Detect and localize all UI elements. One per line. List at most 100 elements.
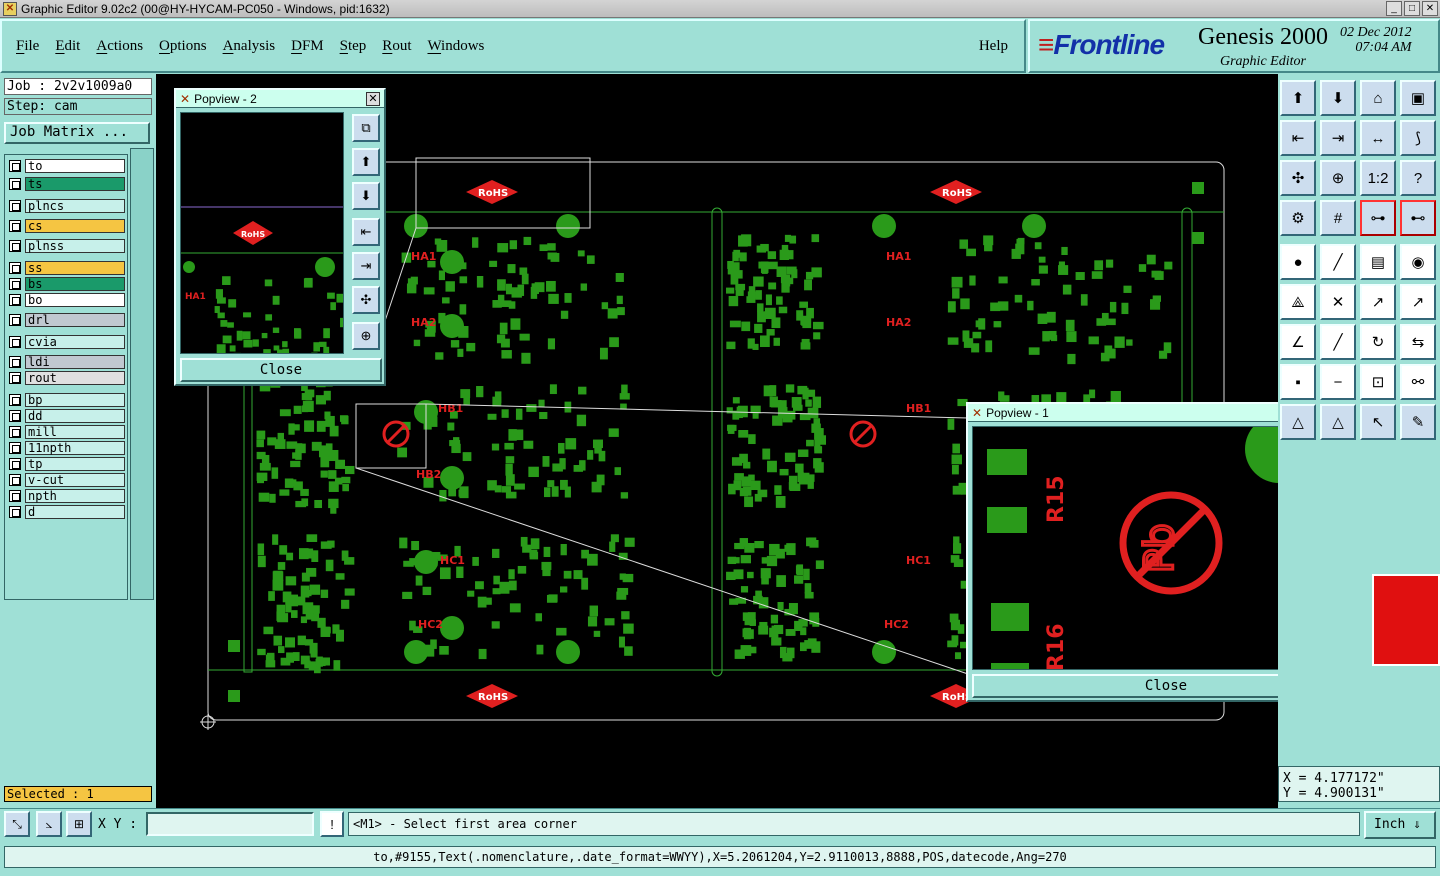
- layer-checkbox[interactable]: [9, 458, 21, 470]
- select-icon[interactable]: ↖: [1360, 404, 1396, 440]
- layer-row-drl[interactable]: drl: [9, 313, 125, 327]
- layer-checkbox[interactable]: [9, 314, 21, 326]
- menu-edit[interactable]: Edit: [55, 38, 80, 55]
- layer-name[interactable]: rout: [25, 371, 125, 385]
- triangle2-icon[interactable]: △: [1320, 404, 1356, 440]
- layer-name[interactable]: bp: [25, 393, 125, 407]
- layer-checkbox[interactable]: [9, 474, 21, 486]
- help-icon[interactable]: ?: [1400, 160, 1436, 196]
- layer-checkbox[interactable]: [9, 490, 21, 502]
- layer-name[interactable]: npth: [25, 489, 125, 503]
- flip-icon[interactable]: ↔: [1360, 120, 1396, 156]
- layer-checkbox[interactable]: [9, 372, 21, 384]
- line-icon[interactable]: ╱: [1320, 244, 1356, 280]
- layer-row-dd[interactable]: dd: [9, 409, 125, 423]
- grid-snap-icon[interactable]: ⊞: [66, 811, 92, 837]
- scale-icon[interactable]: 1:2: [1360, 160, 1396, 196]
- popview-up-icon[interactable]: ⬆: [352, 148, 380, 176]
- layer-name[interactable]: 11npth: [25, 441, 125, 455]
- menu-analysis[interactable]: Analysis: [223, 38, 276, 55]
- zoom-fit-icon[interactable]: ✣: [1280, 160, 1316, 196]
- menu-rout[interactable]: Rout: [382, 38, 411, 55]
- layer-name[interactable]: cvia: [25, 335, 125, 349]
- layer-row-bp[interactable]: bp: [9, 393, 125, 407]
- layer-row-tp[interactable]: tp: [9, 457, 125, 471]
- triangle-icon[interactable]: △: [1280, 404, 1316, 440]
- layer-name[interactable]: d: [25, 505, 125, 519]
- popview-left-icon[interactable]: ⇤: [352, 218, 380, 246]
- layer-name[interactable]: tp: [25, 457, 125, 471]
- maximize-button[interactable]: □: [1404, 1, 1420, 16]
- layer-name[interactable]: ldi: [25, 355, 125, 369]
- window-icon[interactable]: ▣: [1400, 80, 1436, 116]
- popview-down-icon[interactable]: ⬇: [352, 182, 380, 210]
- layer-checkbox[interactable]: [9, 294, 21, 306]
- layer-name[interactable]: ss: [25, 261, 125, 275]
- popview-2-close-button[interactable]: Close: [180, 358, 382, 382]
- layer-checkbox[interactable]: [9, 262, 21, 274]
- arrow-icon[interactable]: ↗: [1400, 284, 1436, 320]
- popview-center-icon[interactable]: ⊕: [352, 322, 380, 350]
- layer-checkbox[interactable]: [9, 240, 21, 252]
- tool-left-icon[interactable]: ⇤: [1280, 120, 1316, 156]
- popview-2-close-icon[interactable]: ✕: [366, 92, 380, 106]
- menu-dfm[interactable]: DFM: [291, 38, 324, 55]
- slash-icon[interactable]: ╱: [1320, 324, 1356, 360]
- layer-name[interactable]: bo: [25, 293, 125, 307]
- layer-row-mill[interactable]: mill: [9, 425, 125, 439]
- layer-checkbox[interactable]: [9, 160, 21, 172]
- layer-name[interactable]: ts: [25, 177, 125, 191]
- layer-name[interactable]: plnss: [25, 239, 125, 253]
- layer-row-cvia[interactable]: cvia: [9, 335, 125, 349]
- snap-red-icon[interactable]: ⊶: [1360, 200, 1396, 236]
- minimize-button[interactable]: _: [1386, 1, 1402, 16]
- layer-checkbox[interactable]: [9, 356, 21, 368]
- grid-icon[interactable]: #: [1320, 200, 1356, 236]
- pad-icon[interactable]: ●: [1280, 244, 1316, 280]
- popview-right-icon[interactable]: ⇥: [352, 252, 380, 280]
- layer-row-ldi[interactable]: ldi: [9, 355, 125, 369]
- layer-checkbox[interactable]: [9, 506, 21, 518]
- layer-row-npth[interactable]: npth: [9, 489, 125, 503]
- layer-name[interactable]: cs: [25, 219, 125, 233]
- layer-row-v-cut[interactable]: v-cut: [9, 473, 125, 487]
- snap-red2-icon[interactable]: ⊷: [1400, 200, 1436, 236]
- layer-name[interactable]: dd: [25, 409, 125, 423]
- layer-name[interactable]: plncs: [25, 199, 125, 213]
- layer-row-11npth[interactable]: 11npth: [9, 441, 125, 455]
- layer-row-plncs[interactable]: plncs: [9, 199, 125, 213]
- popview-2-canvas[interactable]: RoHS HA1: [180, 112, 344, 354]
- layer-scrollbar[interactable]: [130, 148, 154, 600]
- layer-checkbox[interactable]: [9, 442, 21, 454]
- minus-icon[interactable]: −: [1320, 364, 1356, 400]
- menu-options[interactable]: Options: [159, 38, 207, 55]
- snap-icon[interactable]: ⤡: [4, 811, 30, 837]
- layer-name[interactable]: v-cut: [25, 473, 125, 487]
- menu-windows[interactable]: Windows: [427, 38, 484, 55]
- tool-right-icon[interactable]: ⇥: [1320, 120, 1356, 156]
- layer-checkbox[interactable]: [9, 220, 21, 232]
- layer-row-d[interactable]: d: [9, 505, 125, 519]
- close-window-button[interactable]: ✕: [1422, 1, 1438, 16]
- home-icon[interactable]: ⌂: [1360, 80, 1396, 116]
- layer-row-rout[interactable]: rout: [9, 371, 125, 385]
- zoom-center-icon[interactable]: ⊕: [1320, 160, 1356, 196]
- angle-icon[interactable]: ∠: [1280, 324, 1316, 360]
- route-icon[interactable]: ⟆: [1400, 120, 1436, 156]
- edit-icon[interactable]: ✎: [1400, 404, 1436, 440]
- popview-fit-icon[interactable]: ✣: [352, 286, 380, 314]
- layer-name[interactable]: bs: [25, 277, 125, 291]
- layer-row-bo[interactable]: bo: [9, 293, 125, 307]
- xy-input[interactable]: [146, 812, 314, 836]
- measure-icon[interactable]: ⊡: [1360, 364, 1396, 400]
- popview-1-canvas[interactable]: R15 R16 Pb: [972, 426, 1328, 670]
- popview-zoom-icon[interactable]: ⧉: [352, 114, 380, 142]
- layer-row-ss[interactable]: ss: [9, 261, 125, 275]
- layer-row-to[interactable]: to: [9, 159, 125, 173]
- layer-name[interactable]: mill: [25, 425, 125, 439]
- menu-file[interactable]: File: [16, 38, 39, 55]
- tool-up-icon[interactable]: ⬆: [1280, 80, 1316, 116]
- menu-help[interactable]: Help: [979, 38, 1008, 55]
- menu-actions[interactable]: Actions: [96, 38, 143, 55]
- group-icon[interactable]: ⚯: [1400, 364, 1436, 400]
